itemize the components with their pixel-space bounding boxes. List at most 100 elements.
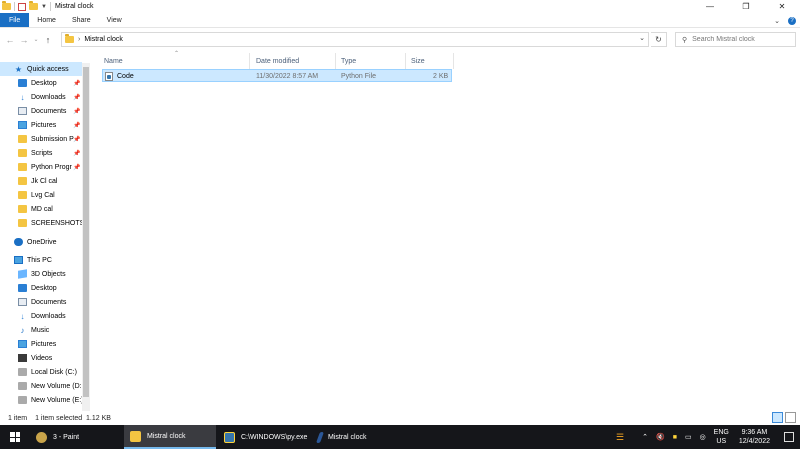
quick-access-toolbar: ▼ <box>0 0 51 13</box>
nav-item-pc-downloads[interactable]: ↓ Downloads <box>0 309 66 323</box>
nav-item-music[interactable]: ♪ Music <box>0 323 50 337</box>
nav-item-md-cal[interactable]: MD cal <box>0 202 53 216</box>
close-button[interactable]: ✕ <box>764 0 800 13</box>
nav-label: Quick access <box>27 65 69 73</box>
properties-icon[interactable] <box>18 2 26 11</box>
nav-label: Pictures <box>31 340 57 348</box>
scrollbar-thumb[interactable] <box>83 67 89 397</box>
customize-toolbar-icon[interactable]: ▼ <box>41 4 47 10</box>
start-button[interactable] <box>0 425 30 449</box>
navigation-pane: ★ Quick access Desktop 📌 ↓ Downloads 📌 D… <box>0 59 90 411</box>
column-divider[interactable] <box>405 53 406 69</box>
nav-onedrive[interactable]: OneDrive <box>0 235 57 249</box>
network-icon[interactable]: ◎ <box>700 433 706 441</box>
search-box[interactable]: ⚲ <box>675 32 796 47</box>
help-icon[interactable]: ? <box>788 16 796 25</box>
volume-muted-icon[interactable]: 🔇 <box>656 433 665 441</box>
nav-label: Jk Cl cal <box>31 177 58 185</box>
taskbar-app-label: Mistral clock <box>147 432 186 440</box>
nav-item-new-volume-e[interactable]: New Volume (E:) <box>0 393 84 407</box>
clock[interactable]: 9:36 AM 12/4/2022 <box>739 428 770 446</box>
chevron-right-icon[interactable]: › <box>78 36 80 43</box>
table-row[interactable]: Code 11/30/2022 8:57 AM Python File 2 KB <box>102 69 452 82</box>
battery-icon[interactable]: ▭ <box>685 433 692 441</box>
nav-item-python-progr[interactable]: Python Progr 📌 <box>0 160 80 174</box>
nav-item-submission[interactable]: Submission P 📌 <box>0 132 80 146</box>
column-header-date[interactable]: Date modified <box>256 54 299 69</box>
nav-item-lvg-cal[interactable]: Lvg Cal <box>0 188 55 202</box>
nav-item-new-volume-d[interactable]: New Volume (D: <box>0 379 82 393</box>
nav-item-local-disk-c[interactable]: Local Disk (C:) <box>0 365 77 379</box>
breadcrumb[interactable]: Mistral clock <box>84 36 123 43</box>
nav-label: This PC <box>27 256 52 264</box>
notification-center-icon[interactable] <box>784 432 794 442</box>
tab-file[interactable]: File <box>0 13 30 27</box>
taskbar-app-explorer[interactable]: Mistral clock <box>124 425 216 449</box>
disk-icon <box>18 382 27 390</box>
nav-item-scripts[interactable]: Scripts 📌 <box>0 146 80 160</box>
nav-label: Pictures <box>31 121 57 129</box>
language-indicator[interactable]: ENG US <box>714 428 729 446</box>
recent-locations-button[interactable]: ⌄ <box>31 33 41 47</box>
nav-item-jk-cl-cal[interactable]: Jk Cl cal <box>0 174 57 188</box>
nav-scrollbar[interactable] <box>82 63 90 411</box>
chevron-down-icon[interactable]: ⌄ <box>639 34 645 42</box>
tab-share[interactable]: Share <box>64 13 99 27</box>
nav-quick-access[interactable]: ★ Quick access <box>0 62 82 76</box>
taskbar-app-paint[interactable]: 3 - Paint <box>30 425 122 449</box>
desktop-icon <box>18 284 27 292</box>
notes-icon[interactable]: ■ <box>673 434 677 441</box>
nav-item-pc-documents[interactable]: Documents <box>0 295 66 309</box>
nav-item-documents[interactable]: Documents 📌 <box>0 104 80 118</box>
nav-label: Documents <box>31 298 67 306</box>
nav-item-3d-objects[interactable]: 3D Objects <box>0 267 66 281</box>
pictures-icon <box>18 121 27 129</box>
folder-icon <box>18 191 27 199</box>
forward-button[interactable]: → <box>17 33 31 47</box>
folder-icon <box>18 163 27 171</box>
minimize-button[interactable]: — <box>692 0 728 13</box>
new-folder-icon[interactable] <box>29 1 38 10</box>
taskbar-app-python[interactable]: C:\WINDOWS\py.exe <box>218 425 310 449</box>
nav-item-desktop[interactable]: Desktop 📌 <box>0 76 80 90</box>
search-input[interactable] <box>692 36 788 43</box>
file-list: ⌃ Name Date modified Type Size Code 11/3… <box>98 50 800 410</box>
back-button[interactable]: ← <box>3 33 17 47</box>
column-header-size[interactable]: Size <box>411 54 425 69</box>
folder-icon <box>2 1 11 10</box>
weather-icon[interactable]: ☰ <box>616 432 624 443</box>
nav-item-pc-pictures[interactable]: Pictures <box>0 337 56 351</box>
pin-icon: 📌 <box>73 150 81 157</box>
column-divider[interactable] <box>335 53 336 69</box>
refresh-button[interactable]: ↻ <box>651 32 667 47</box>
nav-item-videos[interactable]: Videos <box>0 351 52 365</box>
column-header-name[interactable]: Name <box>104 54 123 69</box>
ribbon-right-controls: ⌄ ? <box>774 13 796 28</box>
chevron-up-icon[interactable]: ⌃ <box>642 433 648 441</box>
nav-item-downloads[interactable]: ↓ Downloads 📌 <box>0 90 81 104</box>
large-icons-view-icon[interactable] <box>785 412 796 423</box>
nav-this-pc[interactable]: This PC <box>0 253 52 267</box>
nav-item-screenshots[interactable]: SCREENSHOTS <box>0 216 84 230</box>
clock-time: 9:36 AM <box>741 429 768 436</box>
address-bar[interactable]: › Mistral clock ⌄ <box>61 32 649 47</box>
chevron-down-icon[interactable]: ⌄ <box>774 17 780 25</box>
up-button[interactable]: ↑ <box>41 33 55 47</box>
file-size: 2 KB <box>433 73 449 80</box>
nav-label: Music <box>31 326 50 334</box>
file-name-cell: Code <box>105 71 134 82</box>
nav-label: Python Progr <box>31 163 72 171</box>
column-header-type[interactable]: Type <box>341 54 356 69</box>
folder-icon <box>18 219 27 227</box>
details-view-icon[interactable] <box>772 412 783 423</box>
item-count: 1 item <box>8 414 28 422</box>
taskbar-app-editor[interactable]: Mistral clock <box>312 425 404 449</box>
tab-home[interactable]: Home <box>29 13 64 27</box>
nav-item-pc-desktop[interactable]: Desktop <box>0 281 57 295</box>
nav-label: OneDrive <box>27 238 57 246</box>
tab-view[interactable]: View <box>99 13 130 27</box>
nav-item-pictures[interactable]: Pictures 📌 <box>0 118 80 132</box>
column-divider[interactable] <box>249 53 250 69</box>
maximize-button[interactable]: ❐ <box>728 0 764 13</box>
column-divider[interactable] <box>453 53 454 69</box>
